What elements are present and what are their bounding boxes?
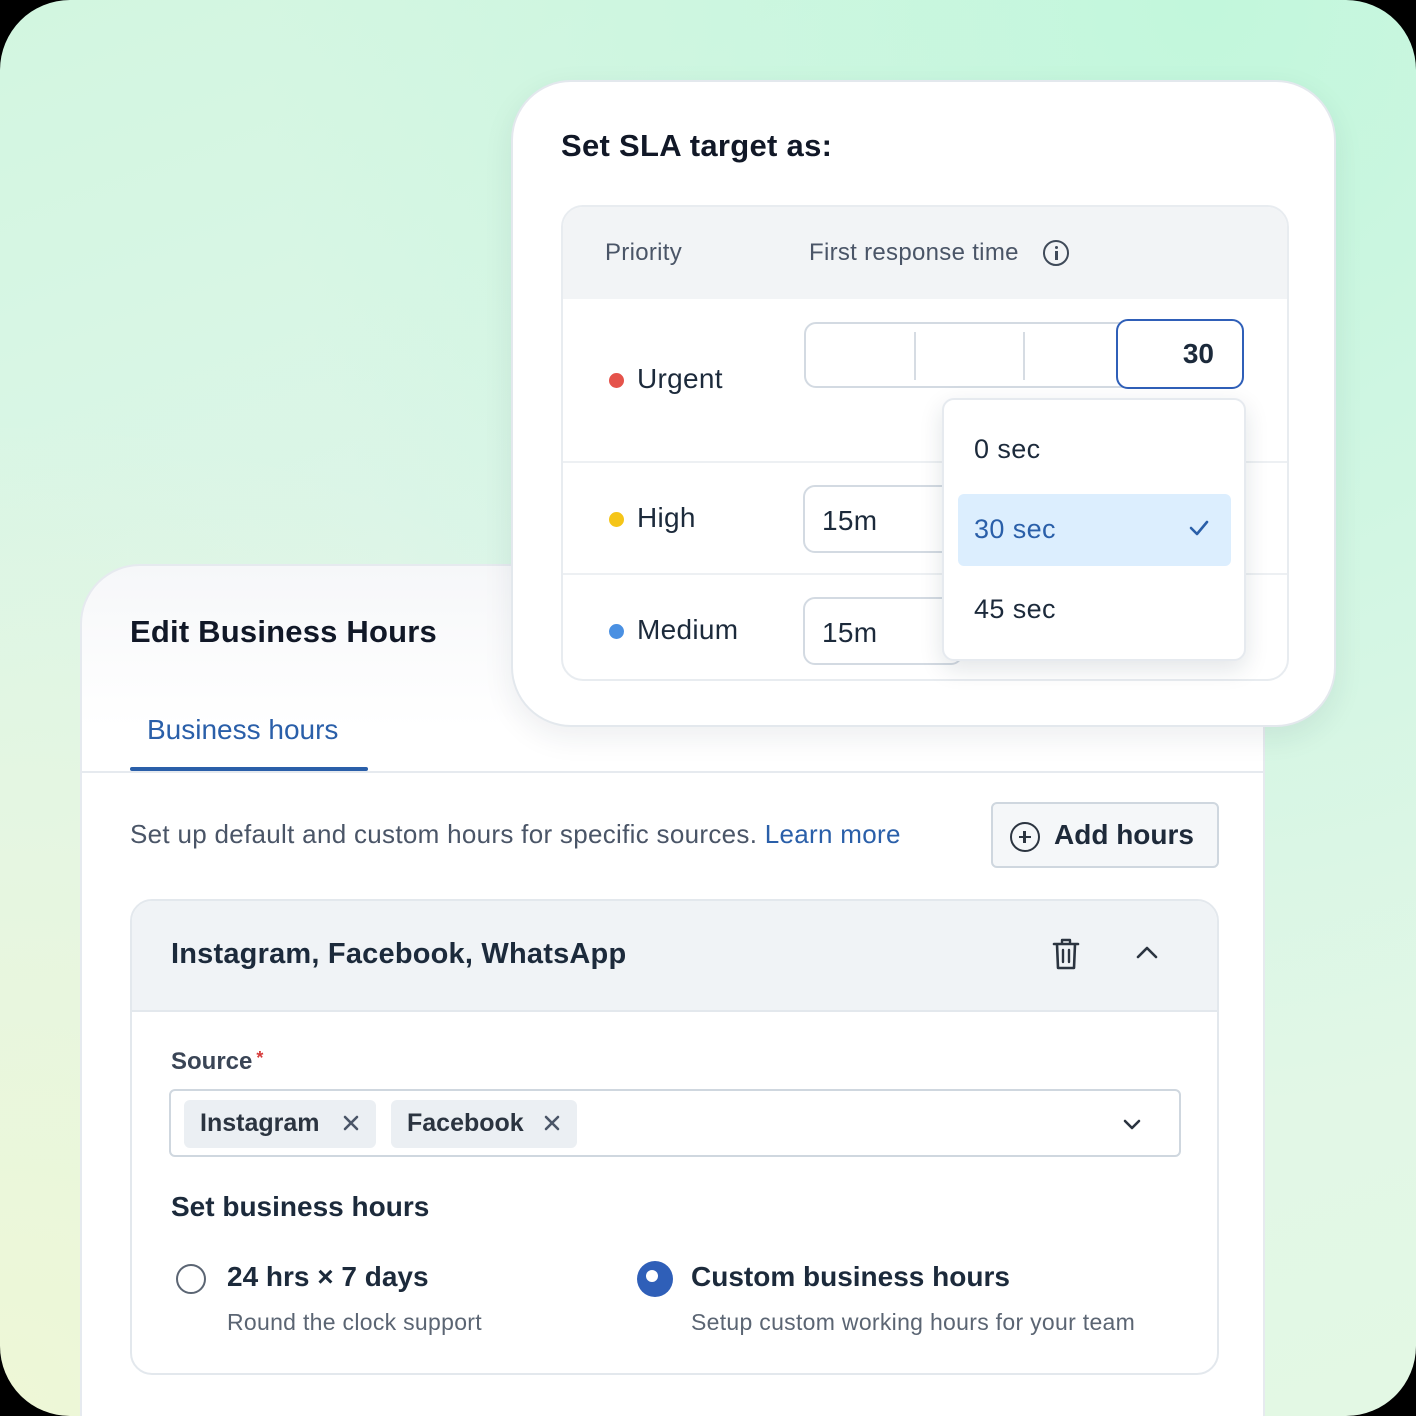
dropdown-option-label: 0 sec — [974, 434, 1041, 464]
trash-icon[interactable] — [1052, 937, 1080, 971]
option-custom-title: Custom business hours — [691, 1261, 1010, 1292]
table-header: Priority First response time — [563, 207, 1287, 299]
set-business-hours-label: Set business hours — [171, 1191, 430, 1222]
plus-circle-icon — [1010, 822, 1040, 852]
priority-label: Urgent — [637, 363, 723, 394]
close-icon[interactable] — [543, 1114, 561, 1132]
radio-custom-hours[interactable] — [637, 1261, 673, 1297]
seconds-value: 30 — [1182, 338, 1214, 369]
hours-group-title: Instagram, Facebook, WhatsApp — [171, 938, 627, 970]
dropdown-option-30-sec[interactable]: 30 sec — [958, 494, 1231, 566]
option-24x7-title: 24 hrs × 7 days — [227, 1261, 429, 1292]
column-header-priority: Priority — [605, 239, 683, 266]
chip-label: Facebook — [407, 1109, 524, 1137]
tab-business-hours[interactable]: Business hours — [130, 711, 368, 771]
priority-dot-medium — [609, 624, 624, 639]
info-icon[interactable] — [1043, 240, 1069, 266]
seconds-dropdown: 0 sec 30 sec 45 sec — [942, 398, 1246, 661]
source-label: Source * — [171, 1048, 263, 1076]
seconds-input[interactable]: 30 — [1116, 319, 1244, 389]
chip-label: Instagram — [200, 1109, 320, 1137]
check-icon — [1189, 520, 1209, 536]
response-time-input[interactable]: 15m — [803, 597, 963, 665]
duration-separator — [1023, 332, 1025, 380]
radio-24x7[interactable] — [176, 1264, 206, 1294]
priority-dot-high — [609, 512, 624, 527]
source-chip-facebook: Facebook — [391, 1100, 577, 1148]
chevron-up-icon[interactable] — [1136, 945, 1158, 959]
hours-group: Instagram, Facebook, WhatsApp Source * In… — [130, 899, 1219, 1375]
response-time-value: 15m — [822, 617, 878, 648]
dropdown-option-0-sec[interactable]: 0 sec — [958, 414, 1231, 486]
description: Set up default and custom hours for spec… — [130, 819, 901, 850]
description-text: Set up default and custom hours for spec… — [130, 819, 758, 849]
source-chip-instagram: Instagram — [184, 1100, 376, 1148]
background-canvas: Edit Business Hours Business hours Set u… — [0, 0, 1416, 1416]
option-custom-subtitle: Setup custom working hours for your team — [691, 1309, 1136, 1335]
learn-more-link[interactable]: Learn more — [765, 819, 901, 849]
tab-divider — [82, 771, 1265, 773]
chevron-down-icon[interactable] — [1123, 1119, 1141, 1131]
dropdown-option-label: 30 sec — [974, 514, 1056, 544]
duration-separator — [914, 332, 916, 380]
response-time-value: 15m — [822, 505, 878, 536]
tab-label: Business hours — [147, 714, 339, 745]
priority-dot-urgent — [609, 373, 624, 388]
hours-group-header[interactable]: Instagram, Facebook, WhatsApp — [132, 901, 1217, 1012]
priority-label: High — [637, 502, 696, 533]
source-label-text: Source — [171, 1048, 253, 1075]
sla-title: Set SLA target as: — [561, 128, 833, 163]
add-hours-label: Add hours — [1054, 819, 1194, 850]
priority-label: Medium — [637, 614, 739, 645]
dropdown-option-label: 45 sec — [974, 594, 1056, 624]
dropdown-option-45-sec[interactable]: 45 sec — [958, 574, 1231, 646]
sla-target-card: Set SLA target as: Priority First respon… — [511, 80, 1336, 727]
option-24x7-subtitle: Round the clock support — [227, 1309, 482, 1335]
close-icon[interactable] — [342, 1114, 360, 1132]
response-time-input[interactable]: 15m — [803, 485, 963, 553]
add-hours-button[interactable]: Add hours — [991, 802, 1219, 868]
required-mark: * — [256, 1048, 264, 1068]
column-header-first-response: First response time — [809, 239, 1019, 266]
page-title: Edit Business Hours — [130, 614, 437, 649]
source-multiselect[interactable]: Instagram Facebook — [169, 1089, 1181, 1157]
